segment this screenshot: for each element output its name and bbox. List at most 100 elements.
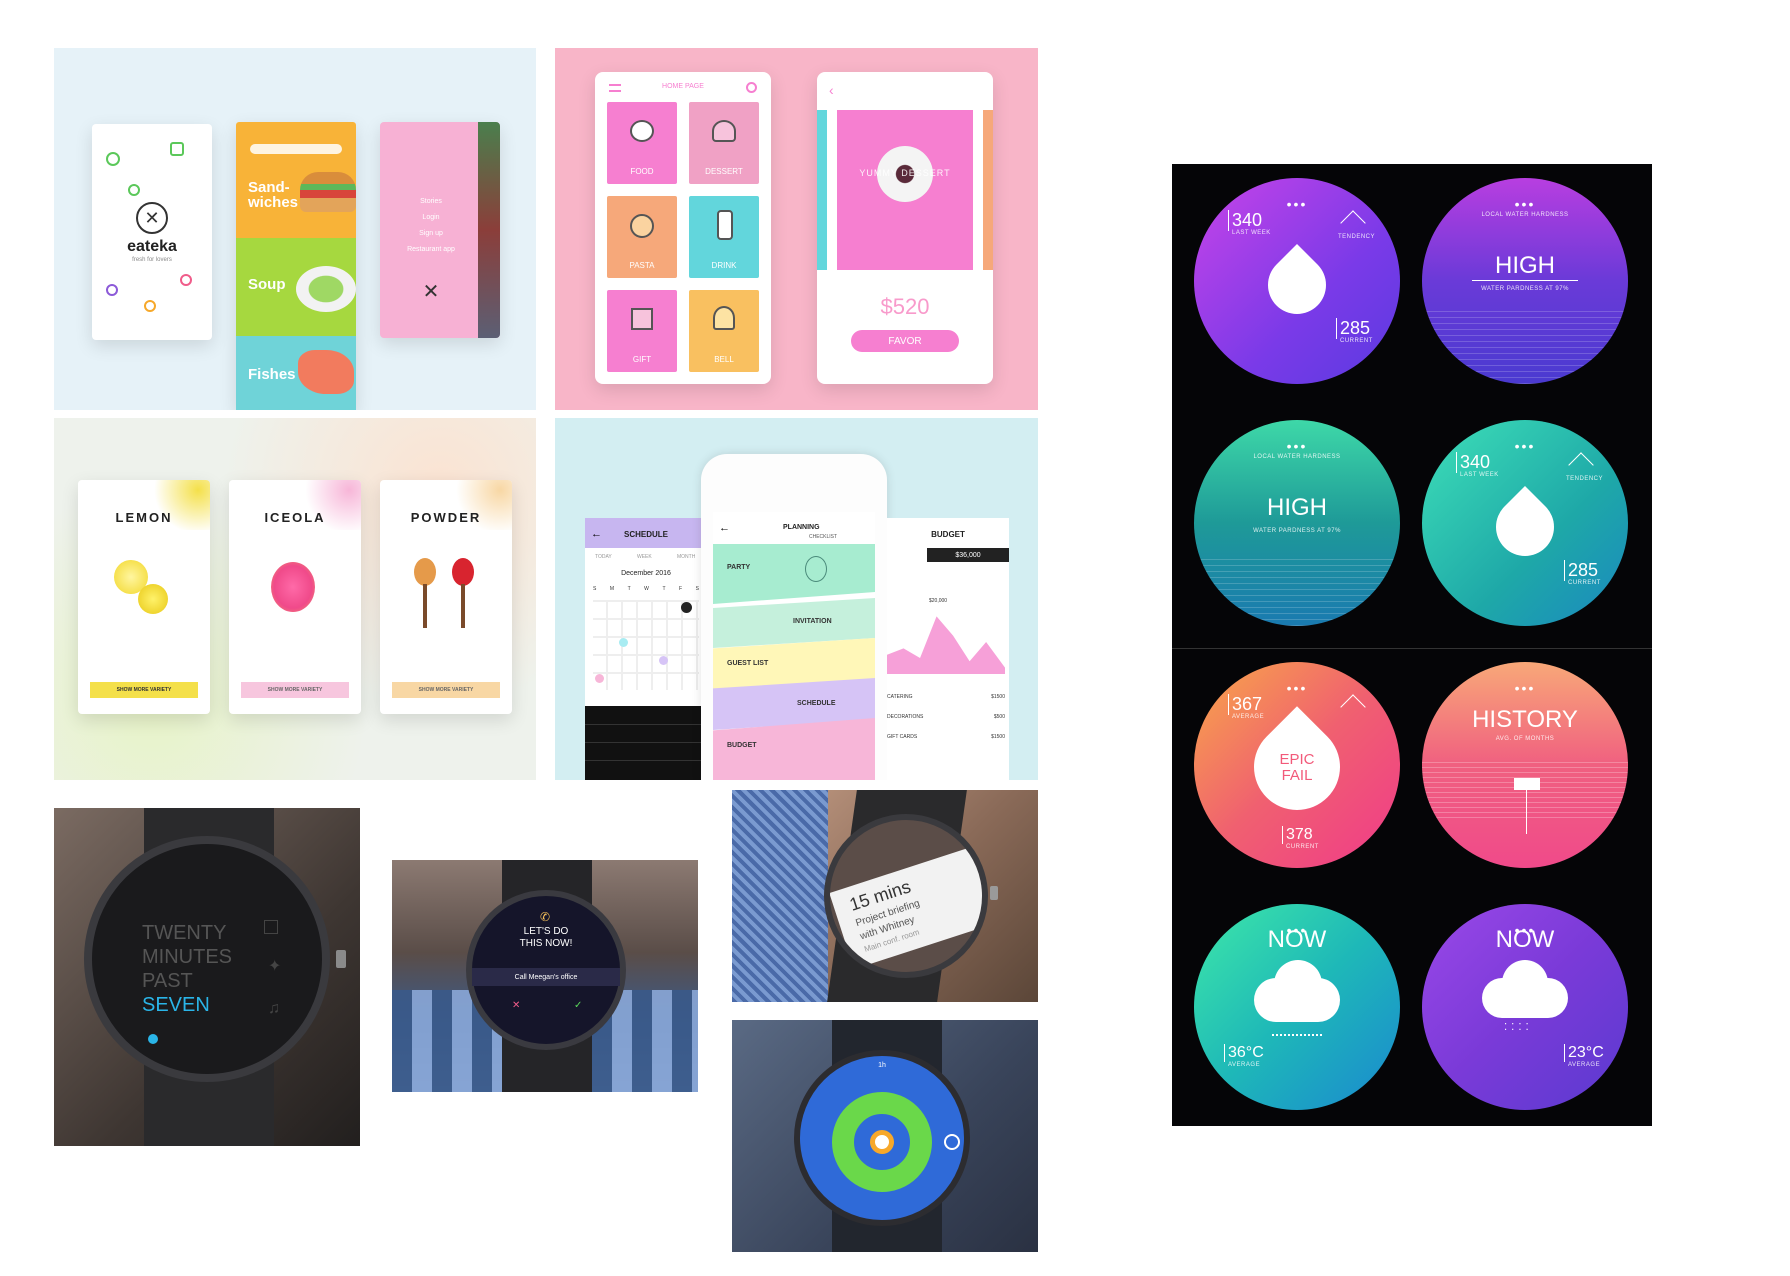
tendency-icon — [1568, 452, 1594, 478]
back-arrow-icon[interactable]: ← — [719, 522, 730, 534]
cutlery-icon: ✕ — [136, 202, 168, 234]
watch-face-weather-rain[interactable]: ••• NOW ⁚⁚⁚⁚ 23°C AVERAGE — [1422, 904, 1628, 1110]
dish-overlay: YUMMY DESSERT — [859, 168, 951, 178]
reminder-line: LET'S DO — [523, 926, 569, 937]
watch-face-history[interactable]: ••• HISTORY AVG. OF MONTHS — [1422, 662, 1628, 868]
water-drop-icon — [1483, 485, 1567, 569]
watch-photo-briefing: 15 mins Project briefing with Whitney Ma… — [732, 790, 1038, 1002]
card-title: POWDER — [410, 510, 482, 525]
weekday-row: SMTWTFS — [593, 586, 699, 592]
menu-item[interactable]: Stories — [390, 198, 472, 205]
tile-drink[interactable]: DRINK — [689, 196, 759, 278]
row-value: $500 — [993, 714, 1005, 720]
reminder-line: THIS NOW! — [519, 938, 573, 949]
top-number: 340 — [1456, 452, 1490, 473]
tile-dessert[interactable]: DESSERT — [689, 102, 759, 184]
face-subtitle: WATER PARDNESS AT 97% — [1253, 528, 1341, 534]
time-label: 1h — [878, 1062, 886, 1069]
watch-photo-reminder: ✆ LET'S DO THIS NOW! Call Meegan's offic… — [392, 860, 698, 1092]
planner-panel: ← SCHEDULE TODAY WEEK MONTH December 201… — [555, 418, 1038, 780]
indicator-dot — [148, 1034, 158, 1044]
show-more-button[interactable]: SHOW MORE VARIETY — [90, 682, 198, 698]
menu-item[interactable]: Sign up — [390, 230, 472, 237]
show-more-button[interactable]: SHOW MORE VARIETY — [392, 682, 500, 698]
divider — [1172, 648, 1652, 649]
budget-chart — [887, 616, 1005, 674]
tile-bell[interactable]: BELL — [689, 290, 759, 372]
face-title: HIGH — [1495, 252, 1555, 279]
category-label: Fishes — [248, 366, 296, 383]
top-label: LAST WEEK — [1460, 472, 1499, 478]
tile-food[interactable]: FOOD — [607, 102, 677, 184]
calendar-grid[interactable] — [593, 600, 699, 690]
carousel-prev[interactable] — [817, 110, 827, 270]
category-screen: Sand-wiches Soup Fishes — [236, 122, 356, 410]
top-number: 340 — [1228, 210, 1262, 231]
call-action[interactable]: Call Meegan's office — [472, 968, 620, 986]
location-pin-icon — [870, 1130, 894, 1154]
menu-item[interactable]: Restaurant app — [390, 246, 472, 253]
tile-gift[interactable]: GIFT — [607, 290, 677, 372]
bottom-label: CURRENT — [1340, 338, 1373, 344]
search-icon[interactable] — [746, 82, 757, 93]
iceola-card: ICEOLA SHOW MORE VARIETY — [229, 480, 361, 714]
watch-face-purple-drop[interactable]: ••• 340 LAST WEEK TENDENCY 285 CURRENT — [1194, 178, 1400, 384]
day-dot — [659, 656, 668, 665]
status-line: FAIL — [1281, 766, 1313, 784]
watch-face-teal-drop[interactable]: ••• 340 LAST WEEK TENDENCY 285 CURRENT — [1422, 420, 1628, 626]
menu-item[interactable]: Login — [390, 214, 472, 221]
budget-title: BUDGET — [931, 530, 965, 539]
back-icon[interactable]: ‹ — [829, 82, 834, 98]
schedule-tab[interactable]: WEEK — [637, 554, 652, 560]
temperature: 36°C — [1224, 1044, 1264, 1062]
tab-pills — [250, 144, 342, 154]
time-word: SEVEN — [142, 994, 210, 1016]
watch-face-purple-high[interactable]: ••• LOCAL WATER HARDNESS HIGH WATER PARD… — [1422, 178, 1628, 384]
watch-face-epic-fail[interactable]: ••• 367 AVERAGE EPIC FAIL 378 CURRENT — [1194, 662, 1400, 868]
selected-day[interactable] — [681, 602, 692, 613]
screen-header: HOME PAGE — [662, 83, 704, 90]
tendency-icon — [1340, 210, 1366, 236]
favor-button[interactable]: FAVOR — [851, 330, 959, 352]
top-label: AVERAGE — [1232, 714, 1265, 720]
cutlery-icon: ✕ — [422, 280, 440, 303]
budget-peak: $20,000 — [929, 598, 948, 604]
tile-label: DRINK — [711, 261, 737, 270]
bottle-icon — [717, 210, 733, 240]
planning-title: PLANNING — [783, 524, 820, 531]
cupcake-icon — [712, 120, 736, 142]
planning-item-party[interactable]: PARTY — [713, 544, 875, 604]
budget-row: DECORATIONS $500 — [887, 714, 1005, 720]
bell-icon — [713, 306, 735, 330]
fish-image — [298, 350, 354, 394]
category-sandwiches[interactable]: Sand-wiches — [236, 122, 356, 238]
schedule-tab[interactable]: MONTH — [677, 554, 695, 560]
confirm-icon[interactable]: ✓ — [574, 1000, 582, 1011]
category-fishes[interactable]: Fishes — [236, 336, 356, 410]
dismiss-icon[interactable]: ✕ — [512, 1000, 520, 1011]
row-label: DECORATIONS — [887, 714, 924, 720]
watch-face-weather-sun[interactable]: ••• NOW 36°C AVERAGE — [1194, 904, 1400, 1110]
notification-card[interactable]: 15 mins Project briefing with Whitney Ma… — [830, 846, 982, 970]
schedule-tab[interactable]: TODAY — [595, 554, 612, 560]
weekday: S — [695, 586, 699, 592]
carousel-next[interactable] — [983, 110, 993, 270]
card-title: ICEOLA — [264, 510, 326, 525]
tile-pasta[interactable]: PASTA — [607, 196, 677, 278]
watch-face: 15 mins Project briefing with Whitney Ma… — [824, 814, 988, 978]
show-more-button[interactable]: SHOW MORE VARIETY — [241, 682, 349, 698]
watch-photo-map: 1h — [732, 1020, 1038, 1252]
category-soup[interactable]: Soup — [236, 238, 356, 336]
category-label: Sand-wiches — [248, 179, 299, 211]
splash-screen: ✕ eateka fresh for lovers — [92, 124, 212, 340]
note-label: LOCAL WATER HARDNESS — [1253, 454, 1341, 460]
watch-photo-time: TWENTY MINUTES PAST SEVEN ✦ ♫ — [54, 808, 360, 1146]
veg-icon — [128, 184, 140, 196]
weekday: M — [609, 586, 615, 592]
zoom-control[interactable] — [944, 1134, 960, 1150]
item-label: INVITATION — [793, 618, 832, 625]
bottom-label: CURRENT — [1568, 580, 1601, 586]
watch-face-teal-high[interactable]: ••• LOCAL WATER HARDNESS HIGH WATER PARD… — [1194, 420, 1400, 626]
top-label: LAST WEEK — [1232, 230, 1271, 236]
temperature: 23°C — [1564, 1044, 1604, 1062]
